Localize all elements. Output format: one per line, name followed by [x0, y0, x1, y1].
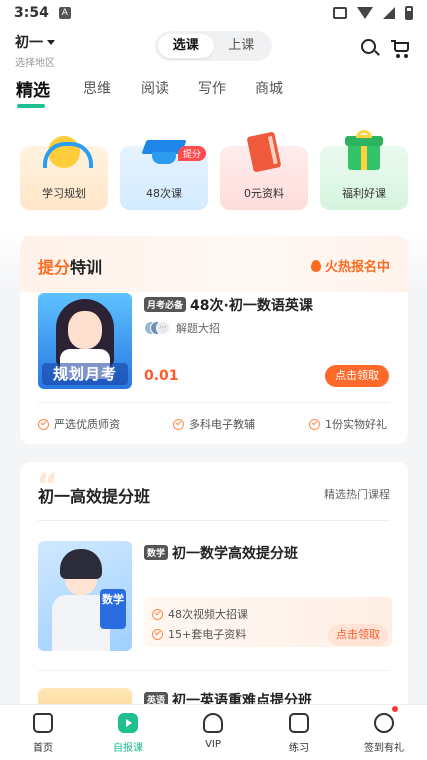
status-time: 3:54 — [14, 5, 49, 21]
nav-label: 练习 — [289, 743, 309, 754]
more-avatars-icon: ··· — [156, 321, 170, 335]
math-course-title[interactable]: 数学 初一数学高效提分班 — [144, 543, 298, 563]
wifi-icon — [357, 7, 373, 19]
nav-self-select[interactable]: 自报课 — [93, 713, 163, 754]
quick-entry-study-plan[interactable]: 学习规划 — [20, 136, 108, 210]
caret-down-icon — [47, 39, 55, 45]
check-circle-icon — [152, 608, 163, 620]
battery-icon — [405, 6, 413, 20]
grade-selector[interactable]: 初一 选择地区 — [15, 32, 55, 69]
tab-writing[interactable]: 写作 — [198, 78, 226, 98]
vibrate-icon — [333, 7, 347, 19]
claim-button[interactable]: 点击领取 — [328, 624, 388, 646]
vip-icon — [203, 713, 223, 733]
nav-practice[interactable]: 练习 — [264, 713, 334, 754]
signal-icon — [383, 7, 395, 19]
bottom-nav: 首页 自报课 VIP 练习 签到有礼 — [0, 704, 427, 760]
quick-entry-label: 0元资料 — [244, 187, 284, 200]
teacher-row: ··· 解题大招 — [144, 320, 220, 336]
segment-attend-class[interactable]: 上课 — [214, 34, 270, 58]
tab-mall[interactable]: 商城 — [255, 78, 283, 98]
divider — [38, 520, 390, 521]
play-icon — [118, 713, 138, 733]
boost-badge: 提分 — [178, 146, 207, 161]
quick-entry-free-materials[interactable]: 0元资料 — [220, 131, 308, 210]
quick-entry-welfare-courses[interactable]: 福利好课 — [320, 130, 408, 210]
course-tag: 数学 — [144, 545, 169, 560]
category-tabs: 精选 思维 阅读 写作 商城 — [0, 70, 427, 110]
cart-icon[interactable] — [391, 38, 411, 58]
feature-item: 15+套电子资料 — [152, 626, 246, 642]
nav-label: VIP — [205, 739, 221, 750]
tab-thinking[interactable]: 思维 — [83, 78, 111, 98]
home-icon — [33, 713, 53, 733]
image-caption: 规划月考 — [42, 363, 128, 385]
quick-entry-label: 学习规划 — [42, 187, 86, 200]
region-label: 选择地区 — [15, 58, 55, 69]
feature-item: 48次视频大招课 — [152, 606, 248, 622]
quick-entry-label: 48次课 — [146, 187, 182, 200]
tab-featured[interactable]: 精选 — [16, 76, 50, 101]
book-icon — [242, 130, 286, 174]
claim-button[interactable]: 点击领取 — [325, 365, 389, 387]
feature-item: 严选优质师资 — [38, 416, 120, 432]
feature-item: 多科电子教辅 — [173, 416, 255, 432]
top-header: 初一 选择地区 选课 上课 — [0, 26, 427, 70]
gift-box-icon — [342, 130, 386, 174]
quick-entry-grid: 学习规划 提分 48次课 0元资料 福利好课 — [0, 130, 427, 220]
notification-dot — [392, 706, 398, 712]
promo-card: 提分特训 火热报名中 规划月考 月考必备 48次·初一数语英课 ··· 解题大招 … — [20, 236, 408, 444]
search-icon[interactable] — [360, 38, 380, 58]
divider — [38, 402, 390, 403]
tab-indicator — [17, 104, 45, 108]
math-course-image[interactable]: 数学 — [38, 541, 132, 651]
check-circle-icon — [309, 418, 320, 430]
feature-item: 1份实物好礼 — [309, 416, 387, 432]
headphone-smile-icon — [42, 130, 93, 174]
course-tag: 月考必备 — [144, 297, 187, 312]
grade-label: 初一 — [15, 35, 43, 51]
divider — [38, 670, 390, 671]
quick-entry-48-lessons[interactable]: 提分 48次课 — [120, 140, 208, 210]
hot-enrollment-label: 火热报名中 — [310, 256, 390, 275]
nav-sign-in-gift[interactable]: 签到有礼 — [349, 713, 419, 754]
promo-course-title[interactable]: 月考必备 48次·初一数语英课 — [144, 295, 313, 315]
promo-price: 0.01 — [144, 368, 179, 384]
quick-entry-label: 福利好课 — [342, 187, 386, 200]
check-circle-icon — [173, 418, 184, 430]
section-title: 初一高效提分班 — [38, 487, 151, 506]
promo-course-image[interactable]: 规划月考 — [38, 293, 132, 389]
teacher-note: 解题大招 — [176, 322, 220, 335]
nav-home[interactable]: 首页 — [8, 713, 78, 754]
sign-in-gift-icon — [374, 713, 394, 733]
nav-label: 首页 — [33, 743, 53, 754]
subject-label: 数学 — [100, 589, 126, 629]
status-bar: 3:54 A — [0, 0, 427, 26]
check-circle-icon — [152, 628, 163, 640]
nav-label: 签到有礼 — [364, 743, 404, 754]
practice-icon — [289, 713, 309, 733]
segment-select-course[interactable]: 选课 — [158, 34, 214, 58]
course-mode-switch: 选课 上课 — [155, 31, 272, 61]
section-more-link[interactable]: 精选热门课程 — [324, 486, 390, 502]
notification-icon: A — [58, 7, 71, 19]
check-circle-icon — [38, 418, 49, 430]
fire-icon — [310, 259, 321, 272]
nav-vip[interactable]: VIP — [178, 713, 248, 750]
promo-title: 提分特训 — [38, 258, 103, 277]
course-section-card: “ 初一高效提分班 精选热门课程 数学 数学 初一数学高效提分班 48次视频大招课… — [20, 462, 408, 722]
nav-label: 自报课 — [113, 743, 143, 754]
tab-reading[interactable]: 阅读 — [141, 78, 169, 98]
